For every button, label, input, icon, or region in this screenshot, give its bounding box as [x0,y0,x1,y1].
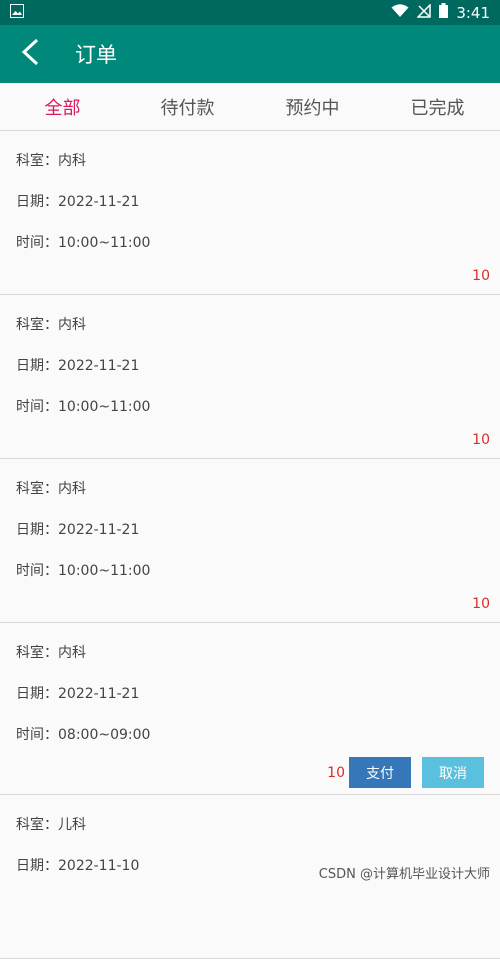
toolbar: 订单 [0,25,500,83]
order-department: 科室：内科 [16,481,86,497]
order-card[interactable]: 科室：内科 日期：2022-11-21 时间：10:00~11:00 10 [0,295,500,459]
gallery-icon [10,3,24,22]
order-price: 10 [472,268,490,284]
order-time: 时间：10:00~11:00 [16,563,151,579]
order-list: 科室：内科 日期：2022-11-21 时间：10:00~11:00 10 科室… [0,131,500,959]
order-department: 科室：儿科 [16,817,86,833]
order-time: 时间：10:00~11:00 [16,399,151,415]
pay-button[interactable]: 支付 [349,757,411,788]
order-card[interactable]: 科室：内科 日期：2022-11-21 时间：10:00~11:00 10 [0,131,500,295]
order-date: 日期：2022-11-21 [16,686,140,702]
order-department: 科室：内科 [16,153,86,169]
cancel-button[interactable]: 取消 [422,757,484,788]
back-button[interactable] [0,25,60,83]
order-date: 日期：2022-11-10 [16,858,140,874]
watermark: CSDN @计算机毕业设计大师 [318,867,490,882]
tab-completed[interactable]: 已完成 [375,94,500,120]
page-title: 订单 [75,43,117,67]
tab-pending-payment[interactable]: 待付款 [125,94,250,120]
order-price: 10 [327,765,345,781]
order-department: 科室：内科 [16,645,86,661]
tab-all[interactable]: 全部 [0,94,125,120]
order-date: 日期：2022-11-21 [16,522,140,538]
order-card[interactable]: 科室：内科 日期：2022-11-21 时间：10:00~11:00 10 [0,459,500,623]
battery-icon [439,3,449,22]
order-department: 科室：内科 [16,317,86,333]
no-signal-icon [416,2,432,22]
order-date: 日期：2022-11-21 [16,194,140,210]
order-price: 10 [472,596,490,612]
status-bar: 3:41 [0,0,500,25]
order-date: 日期：2022-11-21 [16,358,140,374]
tab-booked[interactable]: 预约中 [250,94,375,120]
order-price: 10 [472,432,490,448]
status-time: 3:41 [456,3,490,22]
wifi-icon [391,3,409,22]
order-time: 时间：08:00~09:00 [16,727,151,743]
chevron-left-icon [21,38,39,70]
order-card[interactable]: 科室：内科 日期：2022-11-21 时间：08:00~09:00 10 支付… [0,623,500,795]
order-time: 时间：10:00~11:00 [16,235,151,251]
tab-bar: 全部 待付款 预约中 已完成 [0,83,500,131]
